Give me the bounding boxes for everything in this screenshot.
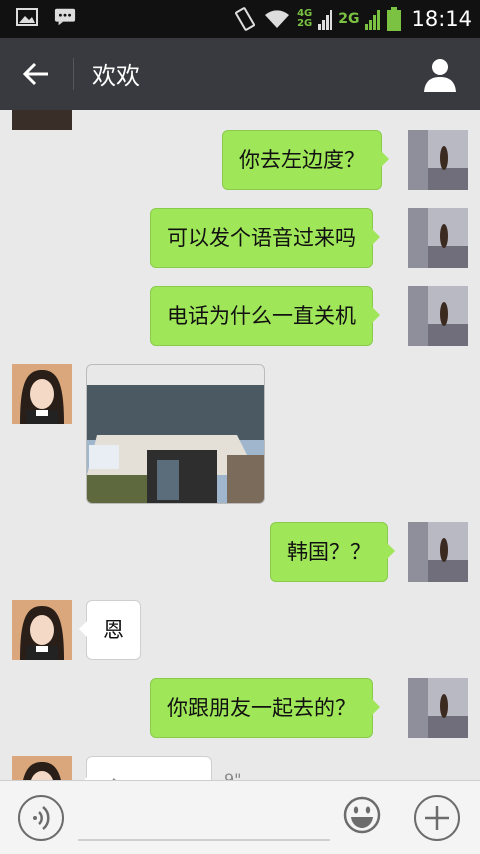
my-message-bubble[interactable]: 你去左边度？ [222, 130, 389, 190]
network-2g-main: 2G [338, 11, 360, 27]
image-message[interactable] [86, 364, 265, 504]
voice-message-bubble[interactable] [79, 756, 212, 780]
my-message-bubble[interactable]: 可以发个语音过来吗 [150, 208, 380, 268]
emoji-button[interactable] [342, 795, 382, 835]
signal-icon-1 [318, 10, 333, 30]
voice-input-button[interactable] [18, 795, 64, 841]
network-2g-label: 2G [297, 18, 313, 29]
header-divider [73, 58, 74, 90]
my-message-bubble[interactable]: 电话为什么一直关机 [150, 286, 380, 346]
voice-icon [33, 806, 50, 830]
contact-avatar[interactable] [12, 600, 72, 660]
chat-header: 欢欢 [0, 38, 480, 110]
clock: 18:14 [411, 7, 472, 31]
vibrate-icon [235, 7, 256, 31]
contact-avatar[interactable] [12, 756, 72, 780]
my-avatar[interactable] [408, 208, 468, 268]
wifi-icon [265, 10, 290, 28]
more-options-button[interactable] [414, 795, 460, 841]
chat-info-button[interactable] [420, 54, 460, 94]
contact-name: 欢欢 [92, 62, 140, 90]
contact-avatar[interactable] [12, 110, 72, 130]
plus-icon [425, 806, 449, 830]
battery-icon [387, 7, 402, 31]
chat-notification-icon [54, 8, 76, 26]
contact-avatar[interactable] [12, 364, 72, 424]
back-arrow-icon [22, 62, 48, 86]
person-icon [424, 59, 456, 92]
voice-wave-icon [112, 778, 116, 780]
message-input[interactable] [78, 795, 330, 841]
my-avatar[interactable] [408, 522, 468, 582]
gallery-notification-icon [16, 8, 38, 26]
status-bar: 4G 2G 2G 18:14 [0, 0, 480, 38]
my-message-bubble[interactable]: 韩国？？ [270, 522, 395, 582]
my-message-bubble[interactable]: 你跟朋友一起去的？ [150, 678, 380, 738]
smiley-icon [343, 796, 381, 834]
voice-duration: 9" [224, 770, 242, 780]
signal-icon-2 [365, 10, 381, 30]
back-button[interactable] [14, 54, 58, 94]
my-avatar[interactable] [408, 130, 468, 190]
my-avatar[interactable] [408, 678, 468, 738]
contact-message-bubble[interactable]: 恩 [79, 600, 141, 660]
input-bar [0, 780, 480, 854]
network-type: 4G 2G [297, 9, 312, 29]
message-list[interactable]: 你去左边度？ 可以发个语音过来吗 电话为什么一直关机 韩国？？ 恩 你跟朋友一起… [0, 110, 480, 780]
my-avatar[interactable] [408, 286, 468, 346]
